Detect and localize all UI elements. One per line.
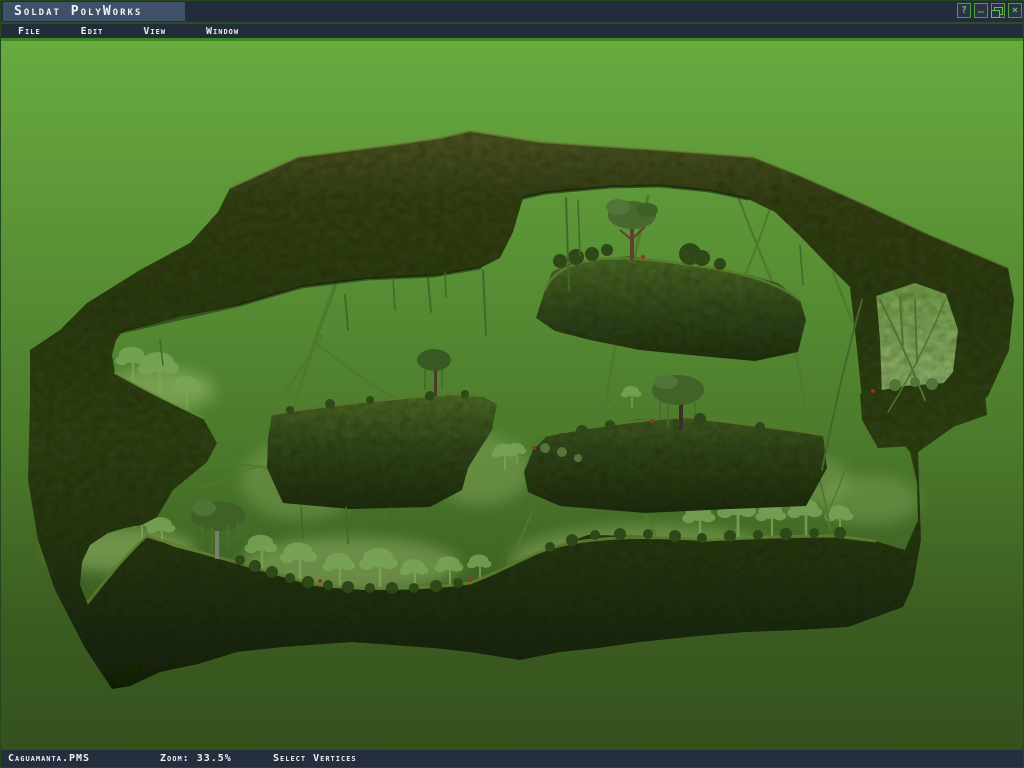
title-bar[interactable]: Soldat PolyWorks ? _ × [0, 0, 1024, 24]
tree-silhouette [606, 199, 658, 260]
title-box: Soldat PolyWorks [3, 2, 185, 21]
close-button[interactable]: × [1008, 3, 1022, 18]
menu-edit[interactable]: Edit [81, 26, 104, 37]
close-icon: × [1012, 6, 1018, 16]
mound-center-top [536, 256, 806, 361]
window-controls: ? _ × [957, 3, 1022, 18]
maximize-button[interactable] [991, 3, 1005, 18]
maximize-icon [994, 7, 1003, 15]
map-canvas[interactable] [0, 41, 1024, 750]
status-filename: Caguamanta.PMS [8, 753, 90, 764]
help-button[interactable]: ? [957, 3, 971, 18]
minimize-icon: _ [978, 3, 984, 13]
minimize-button[interactable]: _ [974, 3, 988, 18]
status-zoom: Zoom: 33.5% [160, 753, 232, 764]
app-window: Soldat PolyWorks ? _ × File Edit View Wi… [0, 0, 1024, 768]
tree-silhouette [191, 500, 245, 559]
status-mode: Select Vertices [273, 753, 357, 764]
status-bar: Caguamanta.PMS Zoom: 33.5% Select Vertic… [0, 750, 1024, 768]
menu-view[interactable]: View [143, 26, 166, 37]
menu-bar: File Edit View Window [0, 24, 1024, 38]
map-render[interactable] [0, 41, 1024, 750]
menu-file[interactable]: File [18, 26, 41, 37]
help-icon: ? [961, 6, 967, 16]
wall-ledge [860, 383, 987, 448]
menu-window[interactable]: Window [206, 26, 239, 37]
status-zoom-value: 33.5% [197, 753, 232, 764]
terrain-group [28, 131, 1014, 689]
window-title: Soldat PolyWorks [14, 4, 142, 19]
tree-silhouette [417, 349, 451, 396]
status-zoom-label: Zoom: [160, 753, 190, 764]
